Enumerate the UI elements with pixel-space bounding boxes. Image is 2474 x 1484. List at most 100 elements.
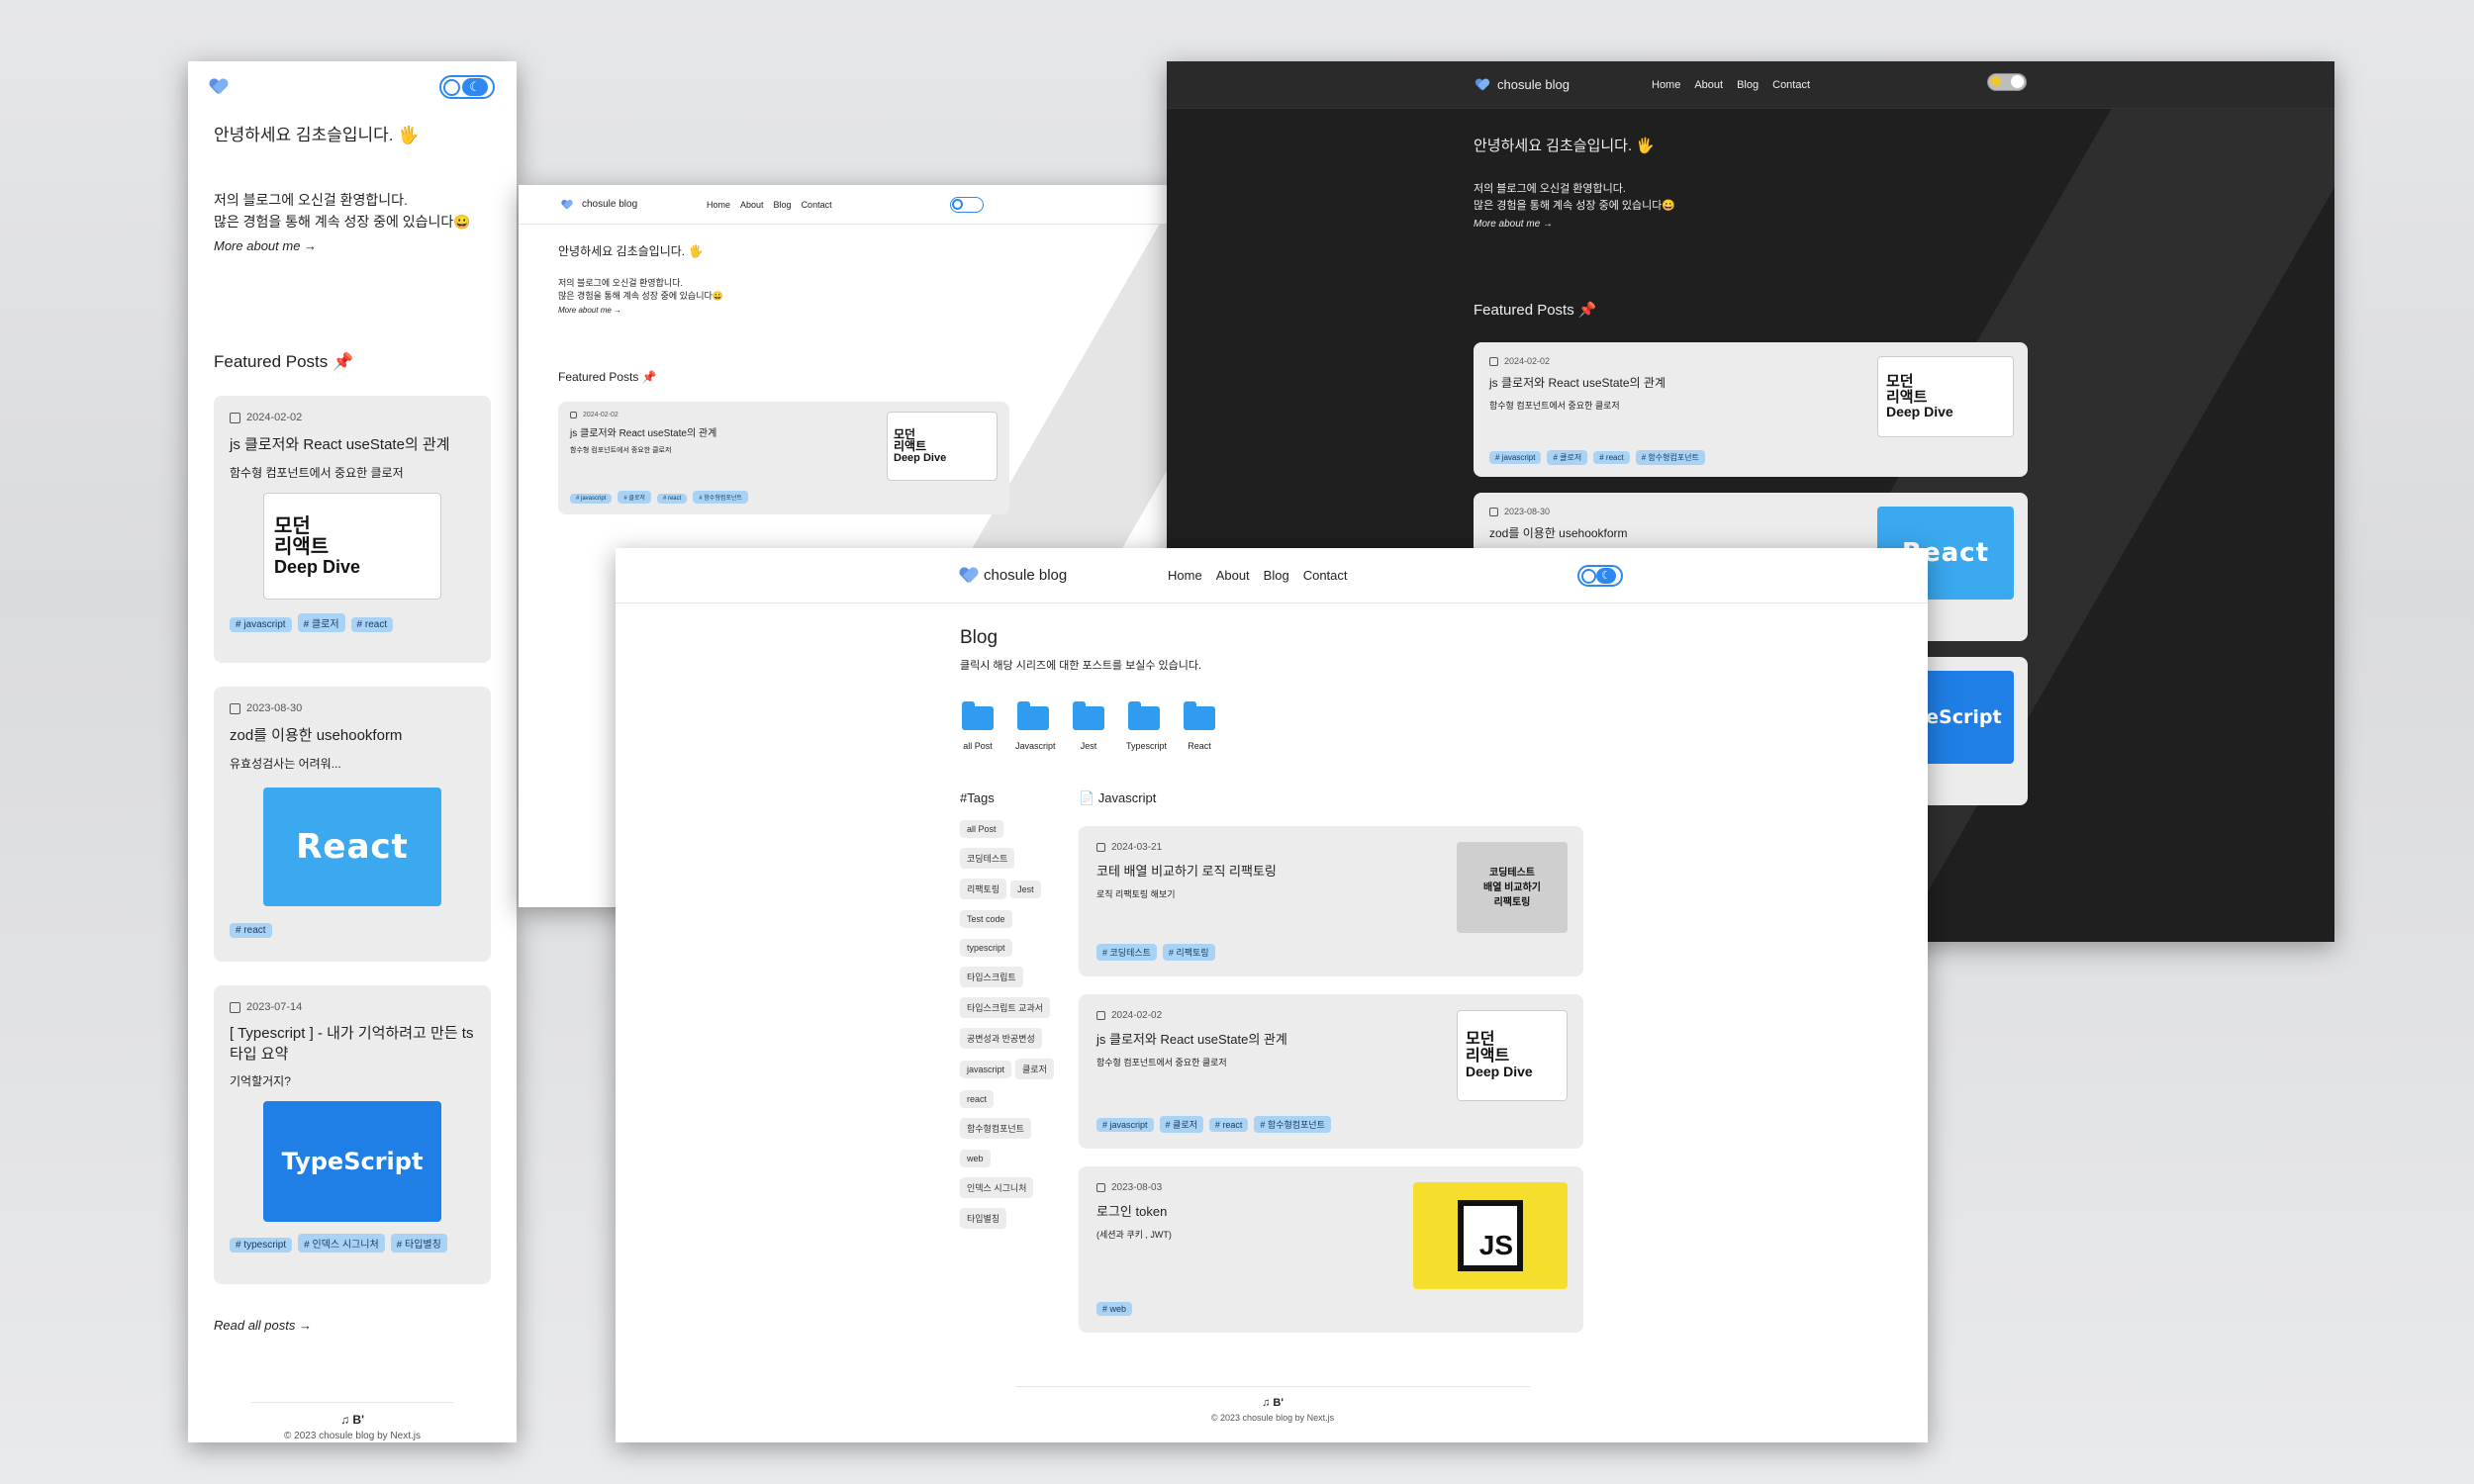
calendar-icon <box>1096 1183 1105 1192</box>
tag[interactable]: # 클로저 <box>1547 450 1588 465</box>
tag[interactable]: # 클로저 <box>297 613 345 632</box>
page-subtitle: 클릭시 해당 시리즈에 대한 포스트를 보실수 있습니다. <box>960 660 1202 672</box>
nav-blog[interactable]: Blog <box>1737 79 1759 91</box>
post-card[interactable]: 2024-03-21 코테 배열 비교하기 로직 리팩토링 로직 리팩토링 해보… <box>1079 826 1583 976</box>
calendar-icon <box>230 702 240 714</box>
tag[interactable]: # react <box>1208 1118 1249 1132</box>
tag[interactable]: # react <box>656 494 688 504</box>
tag[interactable]: # javascript <box>1489 451 1542 464</box>
react-thumbnail: React <box>263 788 441 906</box>
tag-filter[interactable]: web <box>960 1150 991 1167</box>
tag[interactable]: # javascript <box>230 617 292 632</box>
post-title: zod를 이용한 usehookform <box>230 727 403 744</box>
featured-card[interactable]: 2023-08-30 zod를 이용한 usehookform 유효성검사는 어… <box>214 687 491 962</box>
nav-contact[interactable]: Contact <box>1303 568 1348 583</box>
featured-card[interactable]: 2024-02-02 js 클로저와 React useState의 관계 함수… <box>1474 342 2028 477</box>
nav-home[interactable]: Home <box>1652 79 1680 91</box>
heart-logo-icon <box>1475 79 1489 91</box>
read-all-link[interactable]: Read all posts → <box>214 1318 491 1333</box>
nav-blog[interactable]: Blog <box>774 200 792 210</box>
hero-greeting: 안녕하세요 김초슬입니다. 🖐 <box>1474 138 1655 154</box>
footer-logo: ♫ B' <box>340 1413 364 1427</box>
more-about-link[interactable]: More about me → <box>1474 219 2028 230</box>
tag-filter[interactable]: 클로저 <box>1015 1059 1054 1079</box>
theme-toggle[interactable] <box>1987 73 2027 91</box>
folder-jest[interactable]: Jest <box>1071 701 1106 751</box>
featured-card[interactable]: 2023-07-14 [ Typescript ] - 내가 기억하려고 만든 … <box>214 985 491 1284</box>
page-title: Blog <box>960 627 999 648</box>
brand[interactable]: chosule blog <box>558 197 707 213</box>
tag[interactable]: # react <box>1593 451 1630 464</box>
nav-about[interactable]: About <box>1216 568 1250 583</box>
tag[interactable]: # javascript <box>1096 1118 1154 1132</box>
tag-filter[interactable]: 타입별칭 <box>960 1208 1007 1229</box>
tag[interactable]: # 인덱스 시그니처 <box>298 1234 385 1252</box>
tag-filter[interactable]: 인덱스 시그니처 <box>960 1177 1034 1198</box>
tag-filter[interactable]: Jest <box>1010 881 1041 898</box>
tag-filter[interactable]: react <box>960 1090 995 1108</box>
tag[interactable]: # 함수형컴포넌트 <box>693 491 748 504</box>
nav-blog[interactable]: Blog <box>1264 568 1289 583</box>
mobile-navbar: ☾ <box>188 61 517 113</box>
tag[interactable]: # typescript <box>230 1238 293 1252</box>
tag[interactable]: # react <box>230 923 272 938</box>
tags-title: #Tags <box>960 790 995 805</box>
theme-toggle[interactable]: ☾ <box>1577 564 1623 587</box>
post-title: js 클로저와 React useState의 관계 <box>230 436 450 453</box>
featured-title: Featured Posts 📌 <box>558 370 657 384</box>
calendar-icon <box>1096 843 1105 852</box>
tag[interactable]: # 클로저 <box>1159 1116 1203 1133</box>
tags-sidebar: #Tags all Post 코딩테스트 리팩토링 Jest Test code t… <box>960 790 1079 1333</box>
brand[interactable]: chosule blog <box>1474 77 1652 93</box>
post-card[interactable]: 2023-08-03 로그인 token (세션과 쿠키 , JWT) JS #… <box>1079 1166 1583 1333</box>
post-title: [ Typescript ] - 내가 기억하려고 만든 ts 타입 요약 <box>230 1025 474 1063</box>
post-card[interactable]: 2024-02-02 js 클로저와 React useState의 관계 함수… <box>1079 994 1583 1149</box>
tag[interactable]: # 클로저 <box>618 491 651 504</box>
folder-icon <box>1128 701 1160 730</box>
tag[interactable]: # 함수형컴포넌트 <box>1254 1116 1331 1133</box>
theme-toggle[interactable] <box>950 196 984 213</box>
hero-line2: 많은 경험을 통해 계속 성장 중에 있습니다😀 <box>558 291 723 301</box>
theme-toggle[interactable]: ☾ <box>439 75 495 99</box>
tag[interactable]: # 타입별칭 <box>390 1234 447 1252</box>
tag[interactable]: # 함수형컴포넌트 <box>1635 450 1705 465</box>
tag-filter[interactable]: 타입스크립트 <box>960 967 1023 987</box>
calendar-icon <box>1096 1011 1105 1020</box>
tag-filter[interactable]: 타입스크립트 교과서 <box>960 997 1051 1018</box>
nav-home[interactable]: Home <box>707 200 730 210</box>
tag-filter[interactable]: all Post <box>960 820 1003 838</box>
tag[interactable]: # react <box>350 617 394 632</box>
brand[interactable]: chosule blog <box>960 567 1168 584</box>
tag-filter[interactable]: 공변성과 반공변성 <box>960 1028 1042 1049</box>
featured-card[interactable]: 2024-02-02 js 클로저와 React useState의 관계 함수… <box>558 402 1009 514</box>
coding-test-thumbnail: 코딩테스트 배열 비교하기 리팩토링 <box>1457 842 1568 933</box>
folder-all-post[interactable]: all Post <box>960 701 996 751</box>
tag[interactable]: # 코딩테스트 <box>1096 944 1157 961</box>
more-about-link[interactable]: More about me → <box>558 306 1132 315</box>
book-thumbnail: 모던 리액트 Deep Dive <box>263 493 441 600</box>
more-about-link[interactable]: More about me → <box>214 238 491 253</box>
folder-typescript[interactable]: Typescript <box>1126 701 1167 751</box>
tag[interactable]: # javascript <box>570 494 613 504</box>
nav-about[interactable]: About <box>1694 79 1723 91</box>
section-title: 📄 Javascript <box>1079 790 1157 805</box>
nav-contact[interactable]: Contact <box>802 200 832 210</box>
post-desc: 유효성검사는 어려워... <box>230 757 341 771</box>
tag-filter[interactable]: 리팩토링 <box>960 879 1007 899</box>
tag-filter[interactable]: Test code <box>960 910 1012 928</box>
heart-logo-icon[interactable] <box>210 79 228 95</box>
folder-react[interactable]: React <box>1182 701 1217 751</box>
folder-javascript[interactable]: Javascript <box>1015 701 1056 751</box>
tag-filter[interactable]: typescript <box>960 939 1012 957</box>
nav-contact[interactable]: Contact <box>1772 79 1810 91</box>
nav-about[interactable]: About <box>740 200 764 210</box>
tag[interactable]: # 리팩토링 <box>1162 944 1215 961</box>
featured-card[interactable]: 2024-02-02 js 클로저와 React useState의 관계 함수… <box>214 396 491 663</box>
tag-filter[interactable]: 함수형컴포넌트 <box>960 1118 1031 1139</box>
nav-home[interactable]: Home <box>1168 568 1202 583</box>
tag-filter[interactable]: 코딩테스트 <box>960 848 1015 869</box>
series-folders: all Post Javascript Jest Typescript Reac… <box>960 701 1583 751</box>
tag-filter[interactable]: javascript <box>960 1061 1012 1078</box>
tag[interactable]: # web <box>1096 1302 1133 1316</box>
navbar: chosule blog Home About Blog Contact ☾ <box>616 548 1928 603</box>
